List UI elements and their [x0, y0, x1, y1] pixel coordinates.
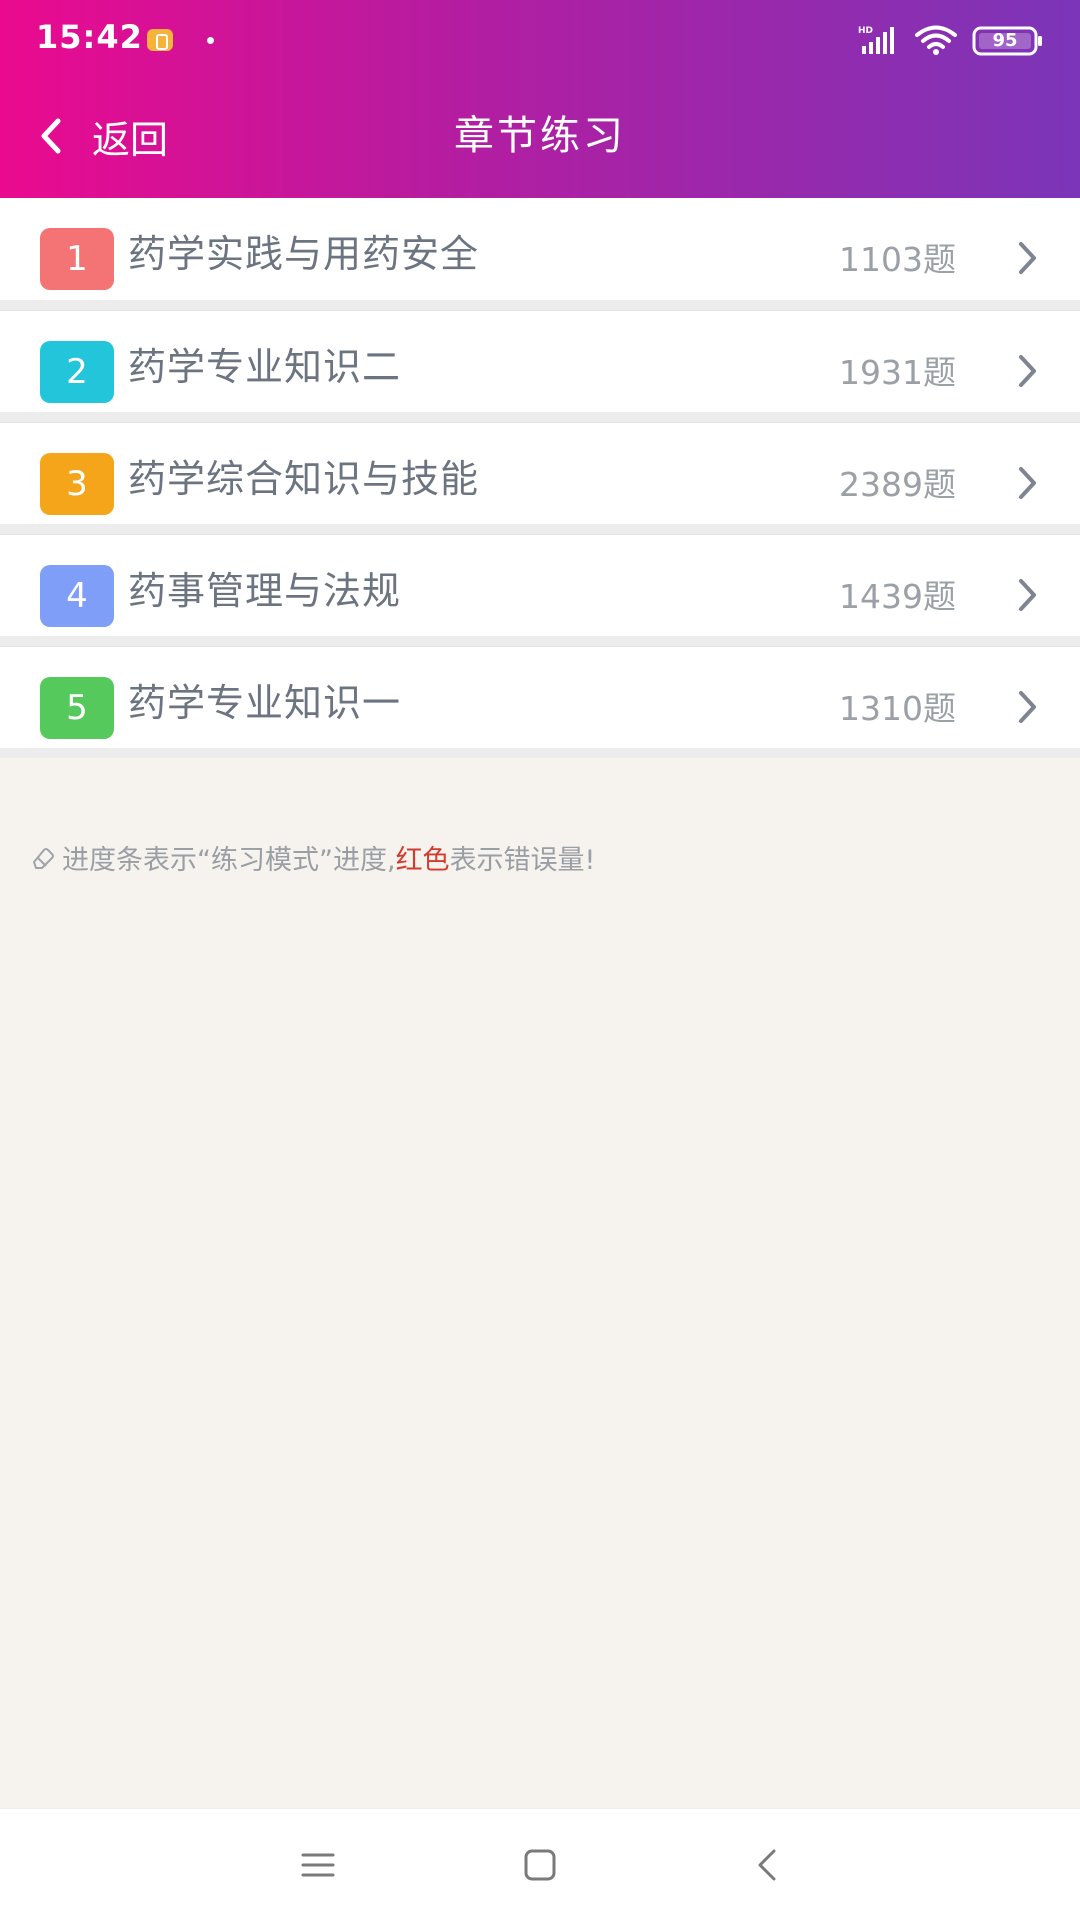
wifi-icon	[915, 25, 957, 55]
notification-dot-icon	[207, 37, 214, 44]
chapter-title: 药学专业知识一	[128, 681, 402, 725]
hint-text-after: 表示错误量!	[449, 844, 596, 876]
chapter-row[interactable]: 1 药学实践与用药安全 1103题	[0, 198, 1080, 310]
chevron-right-icon	[1019, 691, 1036, 723]
chapter-title: 药学综合知识与技能	[128, 457, 480, 501]
app-header: 15:42 HD 95 返回 章节练习	[0, 0, 1080, 198]
chapter-question-count: 1310题	[839, 689, 956, 728]
chapter-row[interactable]: 3 药学综合知识与技能 2389题	[0, 422, 1080, 534]
back-nav-icon[interactable]	[748, 1845, 788, 1885]
chapter-number-badge: 4	[40, 565, 114, 627]
chevron-right-icon	[1019, 242, 1036, 274]
chapter-title: 药学实践与用药安全	[128, 232, 480, 276]
notification-app-icon	[147, 29, 173, 51]
menu-icon[interactable]	[298, 1845, 338, 1885]
battery-level: 95	[992, 30, 1018, 51]
chapter-title: 药学专业知识二	[128, 345, 402, 389]
chapter-list: 1 药学实践与用药安全 1103题 2 药学专业知识二 1931题 3 药学综合…	[0, 198, 1080, 758]
chevron-right-icon	[1019, 579, 1036, 611]
chevron-right-icon	[1019, 355, 1036, 387]
chapter-row[interactable]: 4 药事管理与法规 1439题	[0, 534, 1080, 646]
chapter-number-badge: 5	[40, 677, 114, 739]
system-navigation-bar	[0, 1808, 1080, 1920]
status-bar: 15:42 HD 95	[0, 0, 1080, 80]
chapter-question-count: 1439题	[839, 577, 956, 616]
chapter-number-badge: 3	[40, 453, 114, 515]
page-title: 章节练习	[454, 113, 626, 159]
status-time: 15:42	[36, 18, 143, 56]
hint-text-red: 红色	[395, 844, 450, 876]
chapter-title: 药事管理与法规	[128, 569, 402, 613]
eraser-icon	[33, 848, 54, 869]
chapter-question-count: 1931题	[839, 353, 956, 392]
home-icon[interactable]	[520, 1845, 560, 1885]
cellular-signal-icon: HD	[858, 26, 894, 54]
chapter-question-count: 2389题	[839, 465, 956, 504]
chapter-row[interactable]: 2 药学专业知识二 1931题	[0, 310, 1080, 422]
chapter-number-badge: 1	[40, 228, 114, 290]
hint-text-before: 进度条表示“练习模式”进度,	[62, 844, 396, 876]
chapter-question-count: 1103题	[839, 240, 956, 279]
chapter-row[interactable]: 5 药学专业知识一 1310题	[0, 646, 1080, 758]
progress-hint: 进度条表示“练习模式”进度, 红色 表示错误量!	[28, 832, 595, 882]
chapter-number-badge: 2	[40, 341, 114, 403]
network-badge: HD	[858, 26, 873, 36]
chevron-right-icon	[1019, 467, 1036, 499]
